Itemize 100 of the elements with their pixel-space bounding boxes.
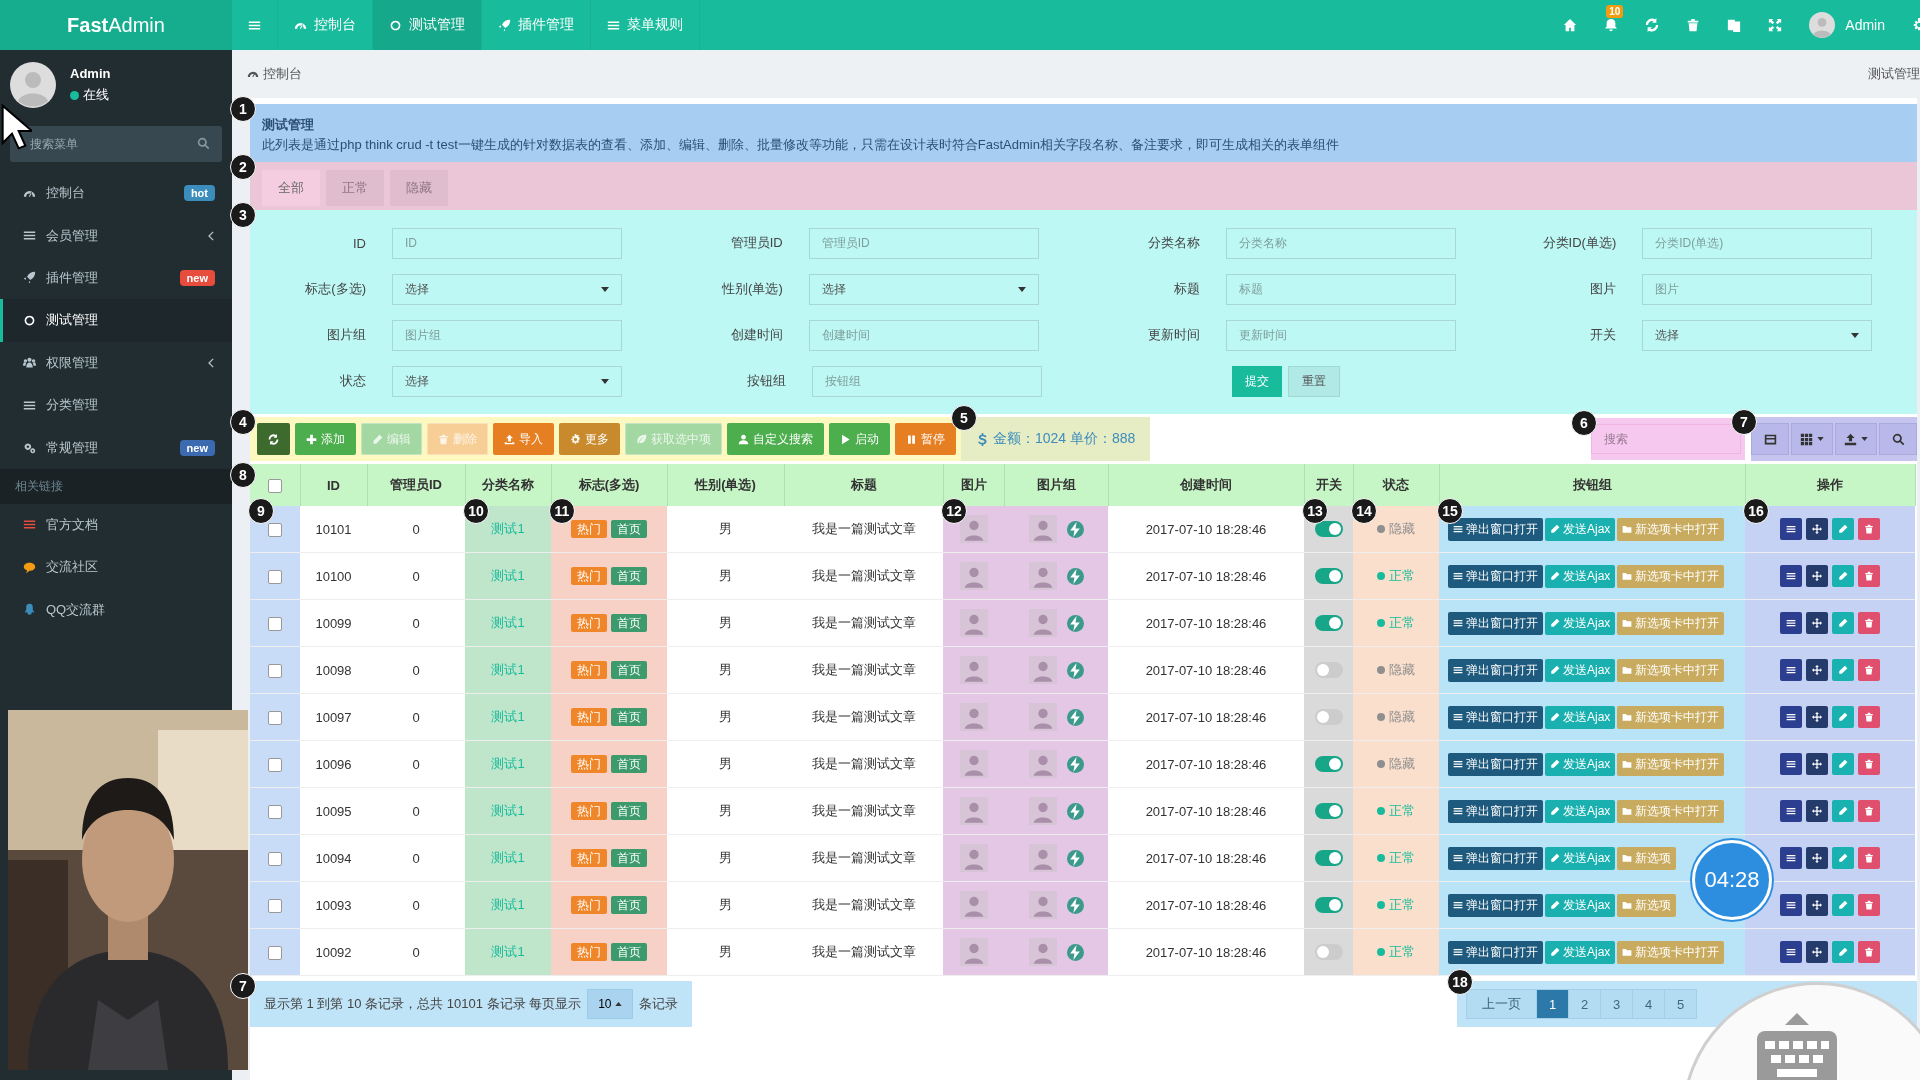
toolbar-button[interactable]: 添加 (295, 423, 356, 455)
row-action-button[interactable]: 发送Ajax (1545, 705, 1616, 729)
sidebar-item[interactable]: 权限管理 (0, 341, 232, 384)
row-action-button[interactable]: 新选项卡中打开 (1617, 940, 1725, 964)
select-field[interactable]: 选择 (392, 273, 622, 305)
column-header: ID (327, 477, 340, 493)
category-link[interactable]: 测试1 (491, 568, 525, 583)
sidebar-link[interactable]: 官方文档 (0, 503, 232, 547)
row-action-button[interactable]: 发送Ajax (1545, 893, 1616, 917)
table-cell: 我是一篇测试文章 (811, 568, 916, 583)
toolbar-button[interactable]: 更多 (559, 423, 620, 455)
row-action-button[interactable]: 新选项卡中打开 (1617, 799, 1725, 823)
row-action-button[interactable]: 新选项卡中打开 (1617, 705, 1725, 729)
row-action-button[interactable]: 发送Ajax (1545, 658, 1616, 682)
toolbar-button[interactable]: 暂停 (895, 423, 956, 455)
input-field[interactable]: 管理员ID (808, 227, 1039, 259)
row-action-button[interactable]: 发送Ajax (1545, 846, 1616, 870)
filter-tab[interactable]: 全部 (262, 170, 320, 206)
page-button[interactable]: 4 (1632, 989, 1665, 1019)
sidebar-link[interactable]: QQ交流群 (0, 588, 232, 631)
page-size-dropdown[interactable]: 10 (587, 989, 634, 1019)
sidebar-item[interactable]: 会员管理 (0, 214, 232, 257)
row-action-button[interactable]: 弹出窗口打开 (1448, 752, 1543, 776)
input-field[interactable]: ID (392, 227, 622, 259)
table-cell: 0 (412, 756, 420, 772)
input-field[interactable]: 图片 (1642, 273, 1873, 305)
input-field[interactable]: 分类ID(单选) (1642, 227, 1873, 259)
input-field[interactable]: 标题 (1225, 273, 1456, 305)
submit-button[interactable]: 提交 (1232, 365, 1282, 397)
category-link[interactable]: 测试1 (491, 944, 525, 959)
sidebar-item[interactable]: 测试管理 (0, 299, 232, 342)
row-action-button[interactable]: 弹出窗口打开 (1448, 611, 1543, 635)
row-action-button[interactable]: 新选项 (1617, 893, 1677, 917)
row-action-button[interactable]: 弹出窗口打开 (1448, 564, 1543, 588)
row-action-button[interactable]: 发送Ajax (1545, 799, 1616, 823)
row-action-button[interactable]: 弹出窗口打开 (1448, 893, 1543, 917)
select-field[interactable]: 选择 (1642, 319, 1873, 351)
category-link[interactable]: 测试1 (491, 850, 525, 865)
nav-tab[interactable]: 测试管理 (373, 0, 482, 50)
row-action-button[interactable]: 发送Ajax (1545, 752, 1616, 776)
row-action-button[interactable]: 新选项卡中打开 (1617, 752, 1725, 776)
input-field[interactable]: 分类名称 (1225, 227, 1456, 259)
field-label: 管理员ID (729, 234, 784, 252)
flag-tag: 热门 (571, 707, 607, 726)
row-action-button[interactable]: 发送Ajax (1545, 517, 1616, 541)
page-button[interactable]: 3 (1600, 989, 1633, 1019)
category-link[interactable]: 测试1 (491, 709, 525, 724)
toolbar-button[interactable]: 自定义搜索 (727, 423, 824, 455)
row-action-button[interactable]: 发送Ajax (1545, 611, 1616, 635)
flag-tag: 首页 (611, 754, 647, 773)
row-action-button[interactable]: 弹出窗口打开 (1448, 658, 1543, 682)
sidebar-item[interactable]: 分类管理 (0, 383, 232, 427)
row-action-button[interactable]: 发送Ajax (1545, 940, 1616, 964)
input-field[interactable]: 图片组 (392, 319, 622, 351)
reset-button[interactable]: 重置 (1288, 365, 1340, 397)
search-field[interactable]: 搜索菜单 (10, 126, 222, 162)
row-action-button[interactable]: 新选项卡中打开 (1617, 564, 1725, 588)
row-action-button[interactable]: 弹出窗口打开 (1448, 705, 1543, 729)
prev-page-button[interactable]: 上一页 (1466, 989, 1537, 1019)
column-header: 标志(多选) (578, 477, 640, 492)
sidebar-item[interactable]: 常规管理 new (0, 426, 232, 469)
category-link[interactable]: 测试1 (491, 897, 525, 912)
toolbar-button[interactable]: 导入 (493, 423, 554, 455)
table-cell: 2017-07-10 18:28:46 (1145, 897, 1267, 913)
row-action-button[interactable]: 新选项卡中打开 (1617, 517, 1725, 541)
page-button[interactable]: 2 (1568, 989, 1601, 1019)
toolbar-button[interactable]: 启动 (829, 423, 890, 455)
select-field[interactable]: 选择 (808, 273, 1039, 305)
filter-tab[interactable]: 正常 (326, 170, 384, 206)
search-field[interactable]: 搜索 (1591, 424, 1741, 454)
row-action-button[interactable]: 新选项 (1617, 846, 1677, 870)
page-button[interactable]: 1 (1536, 989, 1569, 1019)
row-action-button[interactable]: 新选项卡中打开 (1617, 611, 1725, 635)
category-link[interactable]: 测试1 (491, 521, 525, 536)
row-action-button[interactable]: 弹出窗口打开 (1448, 517, 1543, 541)
logo[interactable]: FastAdmin (67, 13, 165, 37)
category-link[interactable]: 测试1 (491, 756, 525, 771)
step-marker: 3 (230, 202, 256, 228)
input-field[interactable]: 更新时间 (1225, 319, 1456, 351)
page-button[interactable]: 5 (1664, 989, 1697, 1019)
row-action-button[interactable]: 弹出窗口打开 (1448, 846, 1543, 870)
input-field[interactable]: 创建时间 (808, 319, 1039, 351)
row-action-button[interactable]: 弹出窗口打开 (1448, 940, 1543, 964)
category-link[interactable]: 测试1 (491, 662, 525, 677)
user-name[interactable]: Admin (1845, 17, 1885, 33)
input-field[interactable]: 按钮组 (812, 365, 1042, 397)
breadcrumb-link[interactable]: 控制台 (263, 65, 302, 83)
row-action-button[interactable]: 发送Ajax (1545, 564, 1616, 588)
flag-tag: 热门 (571, 801, 607, 820)
table-cell: 2017-07-10 18:28:46 (1145, 568, 1267, 584)
category-link[interactable]: 测试1 (491, 615, 525, 630)
select-field[interactable]: 选择 (392, 365, 622, 397)
sidebar-item[interactable]: 插件管理 new (0, 256, 232, 300)
row-action-button[interactable]: 弹出窗口打开 (1448, 799, 1543, 823)
sidebar-item[interactable]: 控制台 hot (0, 172, 232, 215)
sidebar-link[interactable]: 交流社区 (0, 546, 232, 589)
category-link[interactable]: 测试1 (491, 803, 525, 818)
filter-tab[interactable]: 隐藏 (390, 170, 448, 206)
table-cell: 我是一篇测试文章 (811, 709, 916, 724)
row-action-button[interactable]: 新选项卡中打开 (1617, 658, 1725, 682)
